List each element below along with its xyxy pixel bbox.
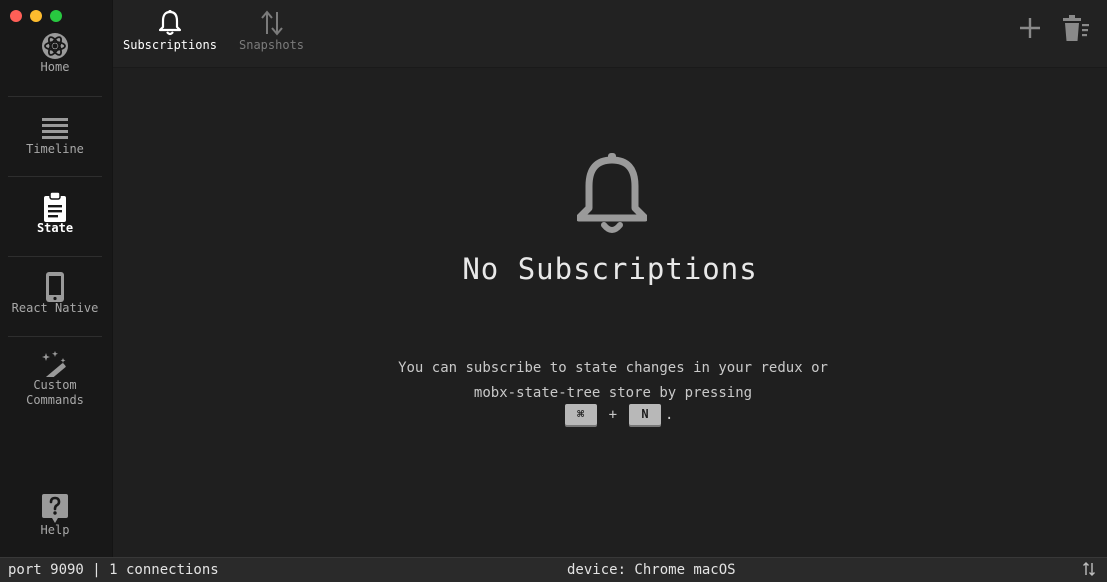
logo-icon — [8, 32, 102, 60]
sidebar-item-label: Timeline — [26, 142, 84, 156]
swap-vertical-icon — [1083, 562, 1095, 576]
plus-icon — [1020, 18, 1040, 38]
divider — [8, 256, 102, 257]
sidebar-item-label: React Native — [11, 301, 99, 315]
connection-status: port 9090 | 1 connections — [8, 562, 219, 578]
sidebar-item-label: Help — [40, 523, 70, 537]
device-status: device: Chrome macOS — [567, 562, 736, 578]
phone-icon — [8, 272, 102, 302]
tab-label: Snapshots — [239, 38, 305, 52]
main-panel: No Subscriptions You can subscribe to st… — [113, 68, 1107, 558]
add-subscription-button[interactable] — [1017, 14, 1043, 46]
command-key: ⌘ — [564, 404, 597, 425]
sidebar-item-label: Custom Commands — [26, 378, 84, 407]
zoom-window-button[interactable] — [50, 10, 62, 22]
sidebar-item-label: State — [36, 221, 74, 235]
minimize-window-button[interactable] — [30, 10, 42, 22]
sidebar-item-custom-commands[interactable]: Custom Commands — [8, 350, 102, 408]
status-bar: port 9090 | 1 connections device: Chrome… — [0, 557, 1107, 582]
list-icon — [8, 114, 102, 142]
divider — [8, 96, 102, 97]
empty-state-description: You can subscribe to state changes in yo… — [398, 360, 828, 401]
tab-subscriptions[interactable]: Subscriptions — [123, 8, 217, 52]
swap-vertical-icon — [239, 8, 304, 38]
sidebar-item-help[interactable]: Help — [8, 494, 102, 537]
trash-icon — [1063, 15, 1089, 41]
keyboard-shortcut: ⌘ + N . — [113, 404, 1107, 425]
sidebar-item-home[interactable]: Home — [8, 32, 102, 74]
close-window-button[interactable] — [10, 10, 22, 22]
sidebar-item-timeline[interactable]: Timeline — [8, 114, 102, 156]
connection-toggle[interactable] — [1083, 562, 1095, 580]
tab-label: Subscriptions — [123, 38, 217, 52]
tab-snapshots[interactable]: Snapshots — [239, 8, 304, 52]
n-key: N — [629, 404, 661, 425]
clear-subscriptions-button[interactable] — [1061, 14, 1091, 46]
sidebar-item-react-native[interactable]: React Native — [8, 272, 102, 315]
window-controls — [10, 10, 62, 22]
sidebar: Home Timeline State React Native Custom … — [0, 0, 113, 558]
shortcut-plus: + — [608, 406, 617, 423]
shortcut-period: . — [665, 406, 674, 423]
divider — [8, 176, 102, 177]
top-bar: Subscriptions Snapshots — [113, 0, 1107, 68]
bell-icon — [123, 8, 217, 38]
help-icon — [8, 494, 102, 523]
sidebar-item-label: Home — [40, 60, 70, 74]
divider — [8, 336, 102, 337]
sidebar-item-state[interactable]: State — [8, 192, 102, 235]
magic-wand-icon — [8, 350, 102, 378]
bell-icon — [575, 153, 649, 241]
clipboard-icon — [8, 192, 102, 222]
empty-state-title: No Subscriptions — [462, 252, 758, 286]
